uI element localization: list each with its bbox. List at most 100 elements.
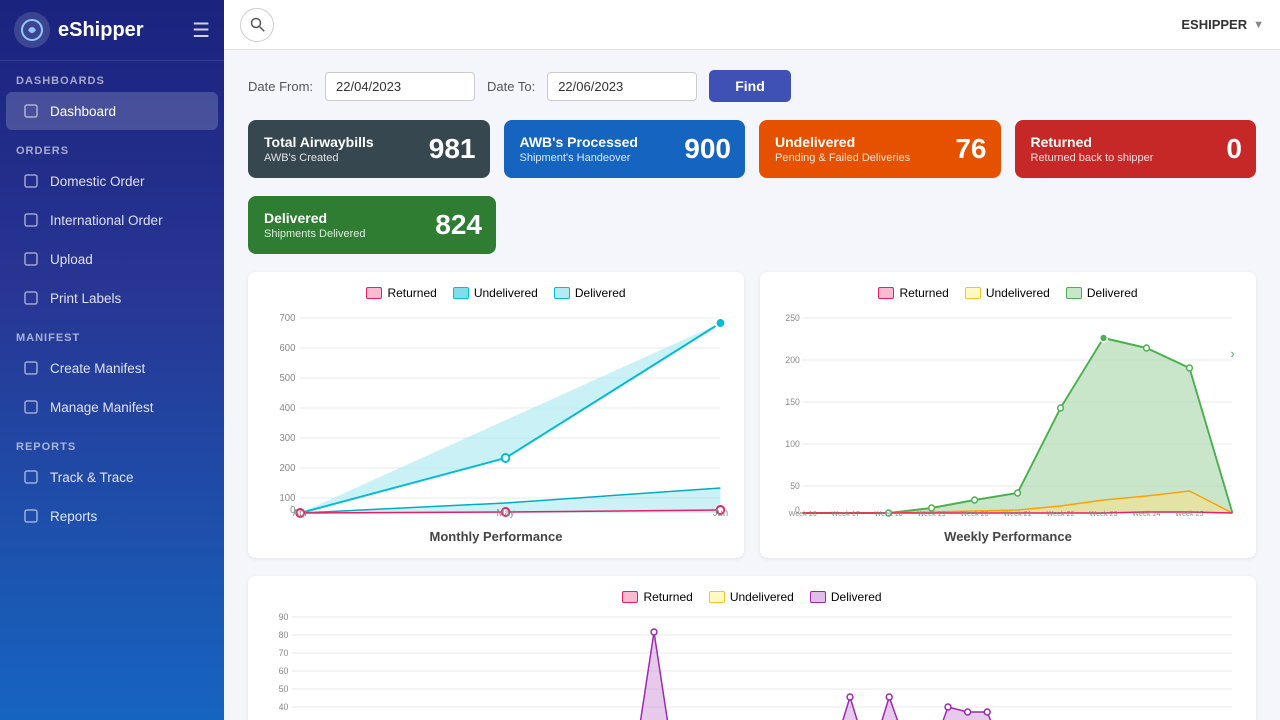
weekly-legend-undelivered: Undelivered (965, 286, 1050, 300)
svg-text:Week 22: Week 22 (1046, 509, 1074, 518)
svg-text:Week 21: Week 21 (1003, 509, 1031, 518)
svg-text:Week 24: Week 24 (1132, 509, 1160, 518)
sidebar-item-track-trace[interactable]: Track & Trace (6, 458, 218, 496)
sidebar-item-icon-dashboard (22, 102, 40, 120)
dashboard-area: Date From: Date To: Find Total Airwaybil… (224, 50, 1280, 720)
sidebar-item-label-track-trace: Track & Trace (50, 470, 134, 485)
svg-text:Week 23: Week 23 (1089, 509, 1117, 518)
monthly-chart-box: Returned Undelivered Delivered (248, 272, 744, 558)
date-from-input[interactable] (325, 72, 475, 101)
stat-cards: Total Airwaybills AWB's Created 981 AWB'… (248, 120, 1256, 178)
sidebar-section-orders: ORDERS (0, 131, 224, 161)
sidebar-item-reports[interactable]: Reports (6, 497, 218, 535)
svg-text:80: 80 (279, 630, 289, 640)
stat-sub-returned: Returned back to shipper (1031, 152, 1241, 164)
svg-text:40: 40 (279, 702, 289, 712)
daily-chart-box: Returned Undelivered Delivered (248, 576, 1256, 720)
sidebar-item-label-print-labels: Print Labels (50, 291, 121, 306)
weekly-chart-svg: 250 200 150 100 50 0 (774, 308, 1242, 518)
svg-text:500: 500 (280, 373, 296, 384)
svg-text:700: 700 (280, 313, 296, 324)
svg-text:Jun: Jun (713, 508, 728, 518)
daily-chart-svg: 90 80 70 60 50 40 30 (262, 612, 1242, 720)
weekly-chart-title: Weekly Performance (774, 529, 1242, 544)
svg-text:60: 60 (279, 666, 289, 676)
svg-text:200: 200 (785, 355, 799, 365)
hamburger-icon[interactable]: ☰ (192, 18, 210, 43)
find-button[interactable]: Find (709, 70, 791, 102)
sidebar-item-label-create-manifest: Create Manifest (50, 361, 145, 376)
svg-text:Week 16: Week 16 (789, 509, 817, 518)
app-name: eShipper (58, 19, 144, 42)
main-content: ESHIPPER ▼ Date From: Date To: Find Tota… (224, 0, 1280, 720)
svg-text:300: 300 (280, 433, 296, 444)
sidebar-logo: eShipper ☰ (0, 0, 224, 61)
sidebar-section-manifest: MANIFEST (0, 318, 224, 348)
monthly-chart-svg: 700 600 500 400 300 200 100 0 (262, 308, 730, 518)
stat-value-awbs-processed: 900 (684, 133, 731, 165)
stat-card-delivered: Delivered Shipments Delivered 824 (248, 196, 496, 254)
stat-title-undelivered: Undelivered (775, 134, 985, 150)
chevron-down-icon: ▼ (1253, 19, 1264, 31)
sidebar-item-print-labels[interactable]: Print Labels (6, 279, 218, 317)
sidebar-item-icon-international-order (22, 211, 40, 229)
svg-text:May: May (497, 508, 515, 518)
svg-text:Week 17: Week 17 (832, 509, 860, 518)
weekly-chart-box: Returned Undelivered Delivered (760, 272, 1256, 558)
sidebar-item-dashboard[interactable]: Dashboard (6, 92, 218, 130)
stat-value-returned: 0 (1226, 133, 1242, 165)
svg-text:250: 250 (785, 313, 799, 323)
filter-row: Date From: Date To: Find (248, 70, 1256, 102)
legend-delivered: Delivered (554, 286, 626, 300)
daily-legend-delivered: Delivered (810, 590, 882, 604)
svg-text:Week 20: Week 20 (961, 509, 989, 518)
sidebar-item-upload[interactable]: Upload (6, 240, 218, 278)
date-to-label: Date To: (487, 79, 535, 94)
svg-text:70: 70 (279, 648, 289, 658)
weekly-legend-returned: Returned (878, 286, 948, 300)
sidebar-item-label-domestic-order: Domestic Order (50, 174, 145, 189)
sidebar-item-label-upload: Upload (50, 252, 93, 267)
date-to-input[interactable] (547, 72, 697, 101)
sidebar-item-icon-reports (22, 507, 40, 525)
svg-text:Week 18: Week 18 (875, 509, 903, 518)
stat-title-returned: Returned (1031, 134, 1241, 150)
stat-value-total-awb: 981 (429, 133, 476, 165)
sidebar-item-icon-print-labels (22, 289, 40, 307)
user-name: ESHIPPER (1181, 17, 1247, 32)
stat-value-undelivered: 76 (955, 133, 986, 165)
daily-legend-undelivered: Undelivered (709, 590, 794, 604)
weekly-chart-legend: Returned Undelivered Delivered (774, 286, 1242, 300)
search-button[interactable] (240, 8, 274, 42)
stat-value-delivered: 824 (435, 209, 482, 241)
svg-text:400: 400 (280, 403, 296, 414)
svg-text:100: 100 (280, 493, 296, 504)
topbar: ESHIPPER ▼ (224, 0, 1280, 50)
stat-card-awbs-processed: AWB's Processed Shipment's Handeover 900 (504, 120, 746, 178)
monthly-chart-legend: Returned Undelivered Delivered (262, 286, 730, 300)
sidebar-item-domestic-order[interactable]: Domestic Order (6, 162, 218, 200)
svg-text:50: 50 (279, 684, 289, 694)
stat-card-undelivered: Undelivered Pending & Failed Deliveries … (759, 120, 1001, 178)
charts-row: Returned Undelivered Delivered (248, 272, 1256, 558)
legend-undelivered: Undelivered (453, 286, 538, 300)
date-from-label: Date From: (248, 79, 313, 94)
sidebar-item-create-manifest[interactable]: Create Manifest (6, 349, 218, 387)
stat-card-total-awb: Total Airwaybills AWB's Created 981 (248, 120, 490, 178)
sidebar-section-dashboards: DASHBOARDS (0, 61, 224, 91)
legend-returned: Returned (366, 286, 436, 300)
svg-text:600: 600 (280, 343, 296, 354)
stat-cards-row2: Delivered Shipments Delivered 824 (248, 196, 1256, 254)
svg-text:›: › (1231, 346, 1235, 361)
logo-icon (14, 12, 50, 48)
sidebar-item-international-order[interactable]: International Order (6, 201, 218, 239)
weekly-legend-delivered: Delivered (1066, 286, 1138, 300)
sidebar-section-reports: REPORTS (0, 427, 224, 457)
monthly-chart-title: Monthly Performance (262, 529, 730, 544)
sidebar-item-label-reports: Reports (50, 509, 97, 524)
user-info: ESHIPPER ▼ (1181, 17, 1264, 32)
svg-text:90: 90 (279, 612, 289, 622)
sidebar-item-manage-manifest[interactable]: Manage Manifest (6, 388, 218, 426)
svg-text:100: 100 (785, 439, 799, 449)
sidebar-item-icon-create-manifest (22, 359, 40, 377)
